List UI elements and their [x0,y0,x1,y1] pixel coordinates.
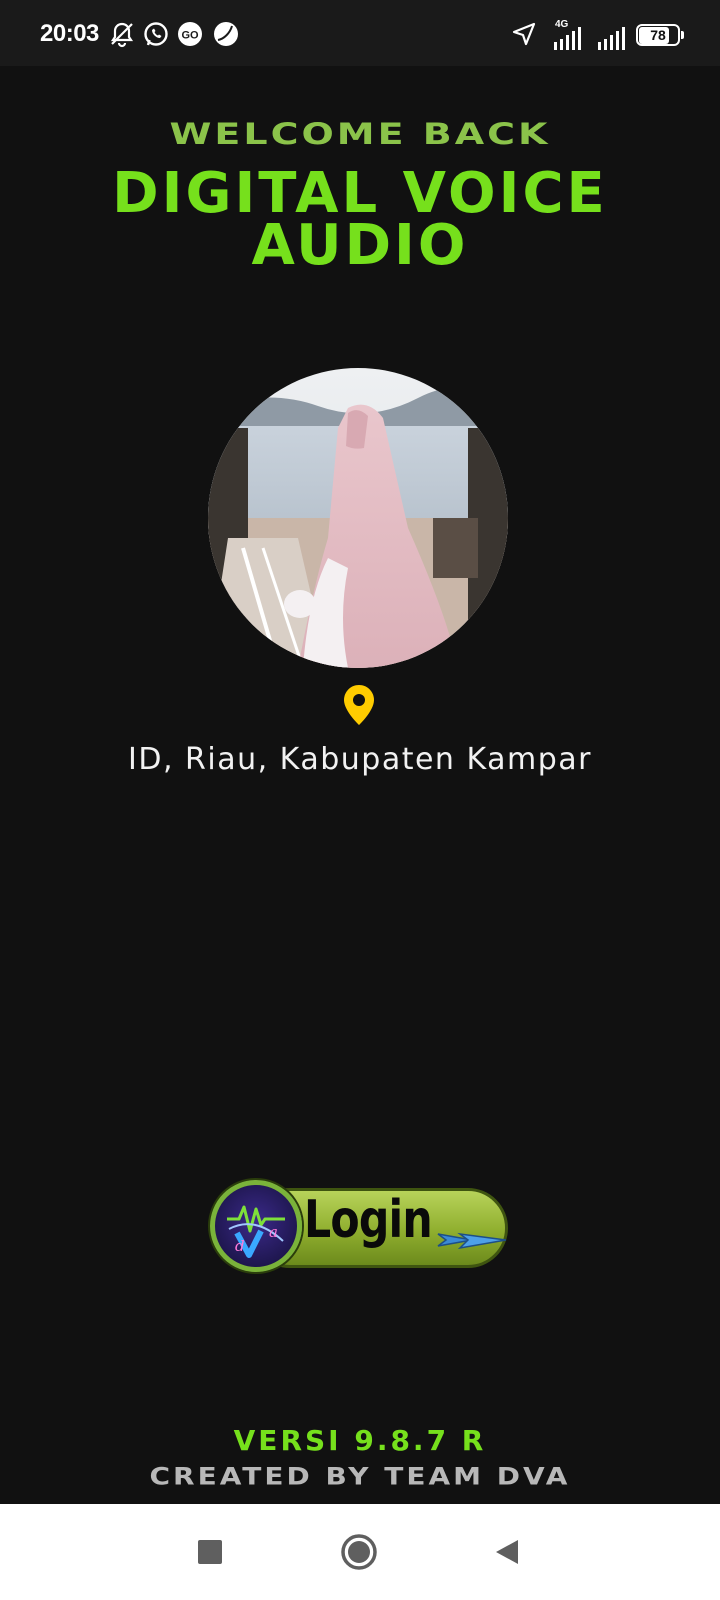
gojek-icon: GO [176,20,204,48]
login-label: Login [304,1190,433,1250]
notifications-off-icon [108,20,136,48]
app-title-line-2: AUDIO [251,213,469,278]
credits-text: CREATED BY TEAM DVA [149,1462,571,1491]
location-arrow-icon [510,20,538,48]
status-bar: 20:03 GO 4G 78 [0,0,720,66]
whatsapp-icon [142,20,170,48]
profile-photo [208,368,508,668]
home-circle-icon[interactable] [339,1532,379,1572]
login-button[interactable]: d a Login [210,1180,510,1276]
arrow-right-icon [436,1226,508,1254]
welcome-heading: WELCOME BACK [169,116,551,152]
signal-icon [596,24,632,52]
location-text: ID, Riau, Kabupaten Kampar [128,742,592,777]
battery-level-text: 78 [650,27,666,43]
app-title: DIGITAL VOICE AUDIO [0,166,720,278]
navigation-bar [0,1504,720,1600]
svg-text:d: d [235,1237,245,1255]
status-time: 20:03 [40,20,99,47]
map-pin-icon [343,684,375,726]
signal-4g-icon [552,24,588,52]
dva-logo-icon: d a [210,1180,302,1272]
svg-text:a: a [269,1223,278,1241]
back-triangle-icon[interactable] [488,1532,528,1572]
battery-icon: 78 [636,24,684,46]
moon-app-icon [212,20,240,48]
svg-text:GO: GO [181,30,199,42]
version-text: VERSI 9.8.7 R [233,1424,487,1457]
recents-square-icon[interactable] [190,1532,230,1572]
